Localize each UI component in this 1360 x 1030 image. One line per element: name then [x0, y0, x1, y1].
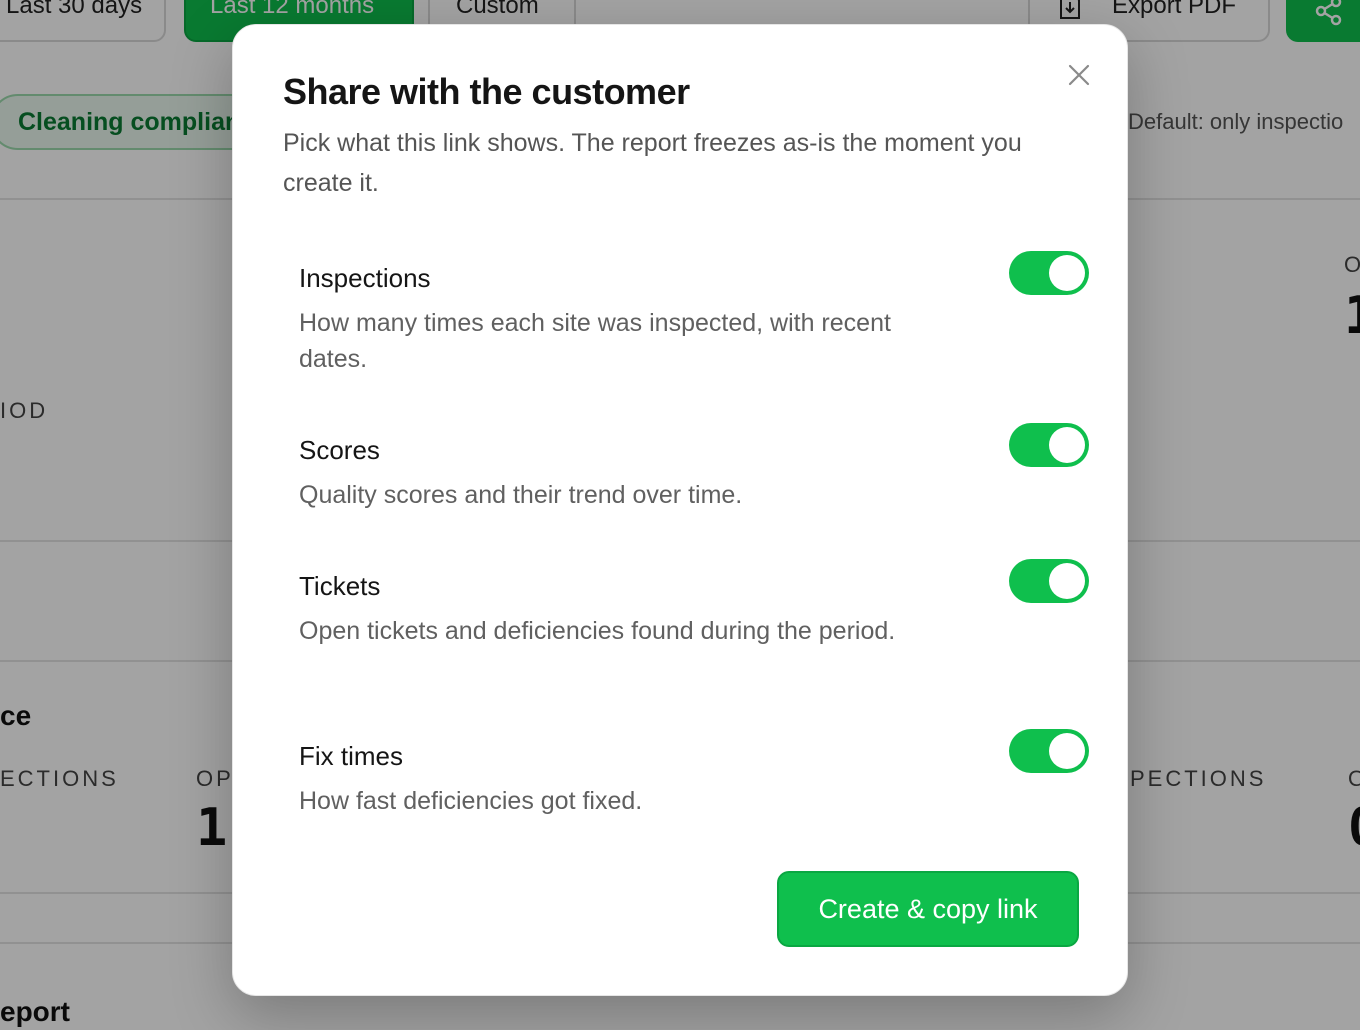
- option-title: Scores: [299, 435, 380, 465]
- toggle-tickets[interactable]: [1009, 559, 1089, 603]
- option-title: Inspections: [299, 263, 431, 293]
- toggle-knob: [1049, 255, 1085, 291]
- dialog-title: Share with the customer: [283, 71, 690, 112]
- toggle-knob: [1049, 563, 1085, 599]
- option-description: Quality scores and their trend over time…: [299, 481, 743, 509]
- dialog-subtitle: Pick what this link shows. The report fr…: [283, 129, 1022, 197]
- toggle-fix-times[interactable]: [1009, 729, 1089, 773]
- toggle-knob: [1049, 427, 1085, 463]
- app-page: Last 30 days Last 12 months Custom Expor…: [0, 0, 1360, 1030]
- option-fix-times: Fix times How fast deficiencies got fixe…: [299, 729, 1089, 819]
- toggle-knob: [1049, 733, 1085, 769]
- option-description: Open tickets and deficiencies found duri…: [299, 617, 896, 645]
- option-title: Tickets: [299, 571, 381, 601]
- close-icon[interactable]: [1067, 63, 1091, 87]
- option-description: How many times each site was inspected, …: [299, 309, 891, 373]
- share-dialog: Share with the customer Pick what this l…: [232, 24, 1128, 996]
- option-scores: Scores Quality scores and their trend ov…: [299, 423, 1089, 513]
- option-tickets: Tickets Open tickets and deficiencies fo…: [299, 559, 1089, 649]
- toggle-scores[interactable]: [1009, 423, 1089, 467]
- create-copy-link-button[interactable]: Create & copy link: [777, 871, 1079, 947]
- option-inspections: Inspections How many times each site was…: [299, 251, 1089, 377]
- option-title: Fix times: [299, 741, 403, 771]
- option-description: How fast deficiencies got fixed.: [299, 787, 643, 815]
- toggle-inspections[interactable]: [1009, 251, 1089, 295]
